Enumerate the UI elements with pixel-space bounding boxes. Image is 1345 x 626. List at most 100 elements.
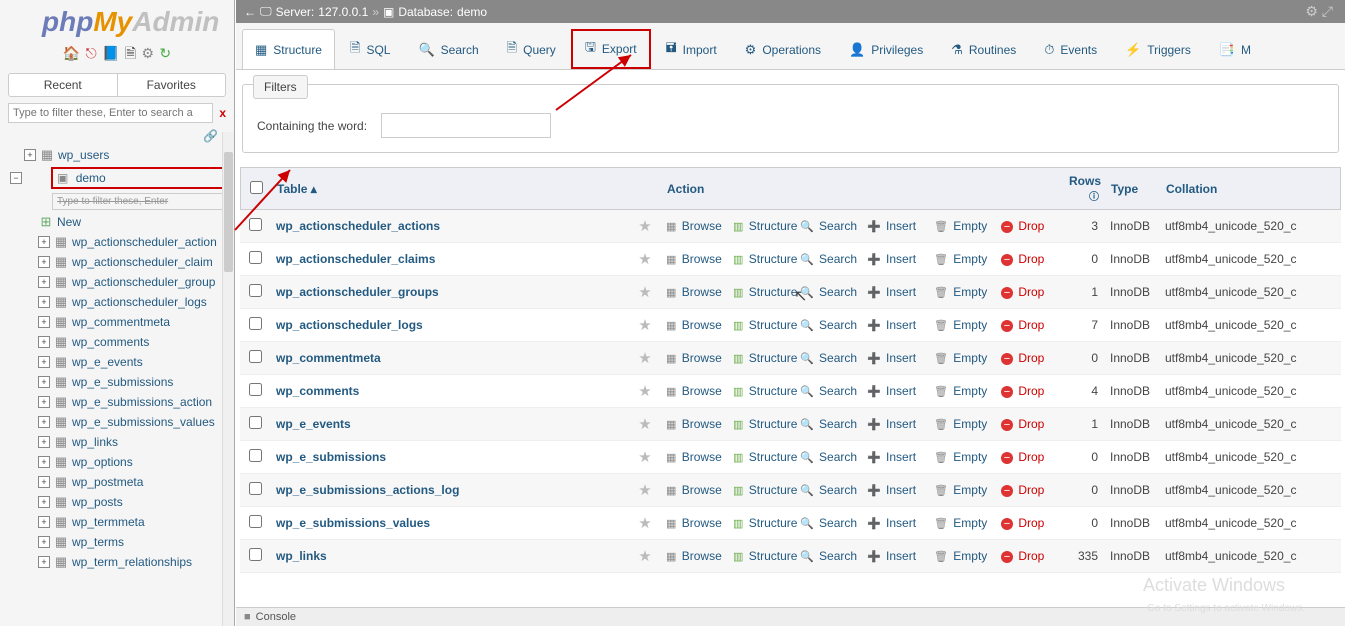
search-action[interactable]: 🔍 Search [794,417,861,431]
tree-table[interactable]: +▦wp_posts [6,492,234,512]
tree-table[interactable]: +▦wp_actionscheduler_claim [6,252,234,272]
tree-table[interactable]: +▦wp_actionscheduler_group [6,272,234,292]
insert-action[interactable]: ➕ Insert [861,219,928,233]
favorite-star-icon[interactable]: ★ [630,448,660,466]
link-icon[interactable]: 🔗 [0,127,234,143]
tree-table[interactable]: +▦wp_termmeta [6,512,234,532]
rows-help-icon[interactable]: ⓘ [1089,192,1099,203]
structure-action[interactable]: ▥ Structure [727,285,794,299]
col-rows[interactable]: Rowsⓘ [1063,174,1105,203]
empty-action[interactable]: 🗑 Empty [928,549,995,563]
drop-action[interactable]: − Drop [995,516,1062,531]
table-name-link[interactable]: wp_actionscheduler_logs [276,318,423,332]
structure-action[interactable]: ▥ Structure [727,450,794,464]
tree-table[interactable]: +▦wp_options [6,452,234,472]
structure-action[interactable]: ▥ Structure [727,219,794,233]
filter-input[interactable] [381,113,551,138]
search-action[interactable]: 🔍 Search [794,516,861,530]
insert-action[interactable]: ➕ Insert [861,483,928,497]
empty-action[interactable]: 🗑 Empty [928,483,995,497]
empty-action[interactable]: 🗑 Empty [928,318,995,332]
tab-import[interactable]: 🖬Import [653,29,730,69]
drop-action[interactable]: − Drop [995,549,1062,564]
insert-action[interactable]: ➕ Insert [861,516,928,530]
favorite-star-icon[interactable]: ★ [630,382,660,400]
database-demo[interactable]: demo [76,171,106,185]
drop-action[interactable]: − Drop [995,450,1062,465]
nav-scrollbar[interactable] [222,132,234,626]
table-name-link[interactable]: wp_e_submissions_values [276,516,430,530]
drop-action[interactable]: − Drop [995,384,1062,399]
expand-icon[interactable]: + [38,236,50,248]
tree-table[interactable]: +▦wp_e_submissions_action [6,392,234,412]
browse-action[interactable]: ▦ Browse [660,516,727,530]
favorite-star-icon[interactable]: ★ [630,316,660,334]
row-checkbox[interactable] [249,482,262,495]
insert-action[interactable]: ➕ Insert [861,252,928,266]
structure-action[interactable]: ▥ Structure [727,384,794,398]
structure-action[interactable]: ▥ Structure [727,417,794,431]
tree-table[interactable]: +▦wp_actionscheduler_logs [6,292,234,312]
drop-action[interactable]: − Drop [995,219,1062,234]
insert-action[interactable]: ➕ Insert [861,384,928,398]
docs-icon[interactable]: 📘 [102,45,119,61]
console-bar[interactable]: Console [236,607,1345,626]
insert-action[interactable]: ➕ Insert [861,450,928,464]
structure-action[interactable]: ▥ Structure [727,318,794,332]
browse-action[interactable]: ▦ Browse [660,549,727,563]
reload-icon[interactable]: ↻ [159,45,171,61]
row-checkbox[interactable] [249,449,262,462]
structure-action[interactable]: ▥ Structure [727,351,794,365]
drop-action[interactable]: − Drop [995,417,1062,432]
search-action[interactable]: 🔍 Search [794,483,861,497]
col-table[interactable]: Table ▴ [271,182,631,196]
expand-icon[interactable]: + [38,276,50,288]
search-action[interactable]: 🔍 Search [794,384,861,398]
expand-icon[interactable]: + [38,416,50,428]
empty-action[interactable]: 🗑 Empty [928,351,995,365]
browse-action[interactable]: ▦ Browse [660,351,727,365]
row-checkbox[interactable] [249,350,262,363]
expand-icon[interactable]: + [38,396,50,408]
settings-icon[interactable]: ⚙ ⤢ [1305,3,1333,20]
table-name-link[interactable]: wp_e_submissions_actions_log [276,483,459,497]
col-type[interactable]: Type [1105,182,1160,196]
sql-icon[interactable]: 🗎 [125,45,136,61]
tree-table[interactable]: +▦wp_links [6,432,234,452]
expand-icon[interactable]: + [38,476,50,488]
tree-table[interactable]: +▦wp_postmeta [6,472,234,492]
expand-icon[interactable]: + [38,516,50,528]
expand-icon[interactable]: + [38,296,50,308]
expand-icon[interactable]: + [38,496,50,508]
table-name-link[interactable]: wp_e_events [276,417,351,431]
browse-action[interactable]: ▦ Browse [660,417,727,431]
database-link[interactable]: demo [457,5,487,19]
table-name-link[interactable]: wp_actionscheduler_groups [276,285,439,299]
favorite-star-icon[interactable]: ★ [630,514,660,532]
row-checkbox[interactable] [249,383,262,396]
structure-action[interactable]: ▥ Structure [727,483,794,497]
tree-table[interactable]: +▦wp_terms [6,532,234,552]
structure-action[interactable]: ▥ Structure [727,549,794,563]
tab-sql[interactable]: 🗎SQL [337,29,403,69]
expand-icon[interactable]: + [38,536,50,548]
tree-table[interactable]: +▦wp_term_relationships [6,552,234,572]
insert-action[interactable]: ➕ Insert [861,318,928,332]
row-checkbox[interactable] [249,515,262,528]
structure-action[interactable]: ▥ Structure [727,516,794,530]
empty-action[interactable]: 🗑 Empty [928,252,995,266]
insert-action[interactable]: ➕ Insert [861,351,928,365]
insert-action[interactable]: ➕ Insert [861,549,928,563]
logout-icon[interactable]: ⎋ [86,45,97,61]
favorite-star-icon[interactable]: ★ [630,415,660,433]
search-action[interactable]: 🔍 Search [794,351,861,365]
empty-action[interactable]: 🗑 Empty [928,516,995,530]
tab-routines[interactable]: ⚗Routines [938,29,1029,69]
browse-action[interactable]: ▦ Browse [660,285,727,299]
home-icon[interactable]: 🏠 [63,45,80,61]
drop-action[interactable]: − Drop [995,483,1062,498]
favorite-star-icon[interactable]: ★ [630,481,660,499]
gear-icon[interactable]: ⚙ [141,45,154,61]
tree-table[interactable]: +▦wp_e_submissions_values [6,412,234,432]
search-action[interactable]: 🔍 Search [794,450,861,464]
